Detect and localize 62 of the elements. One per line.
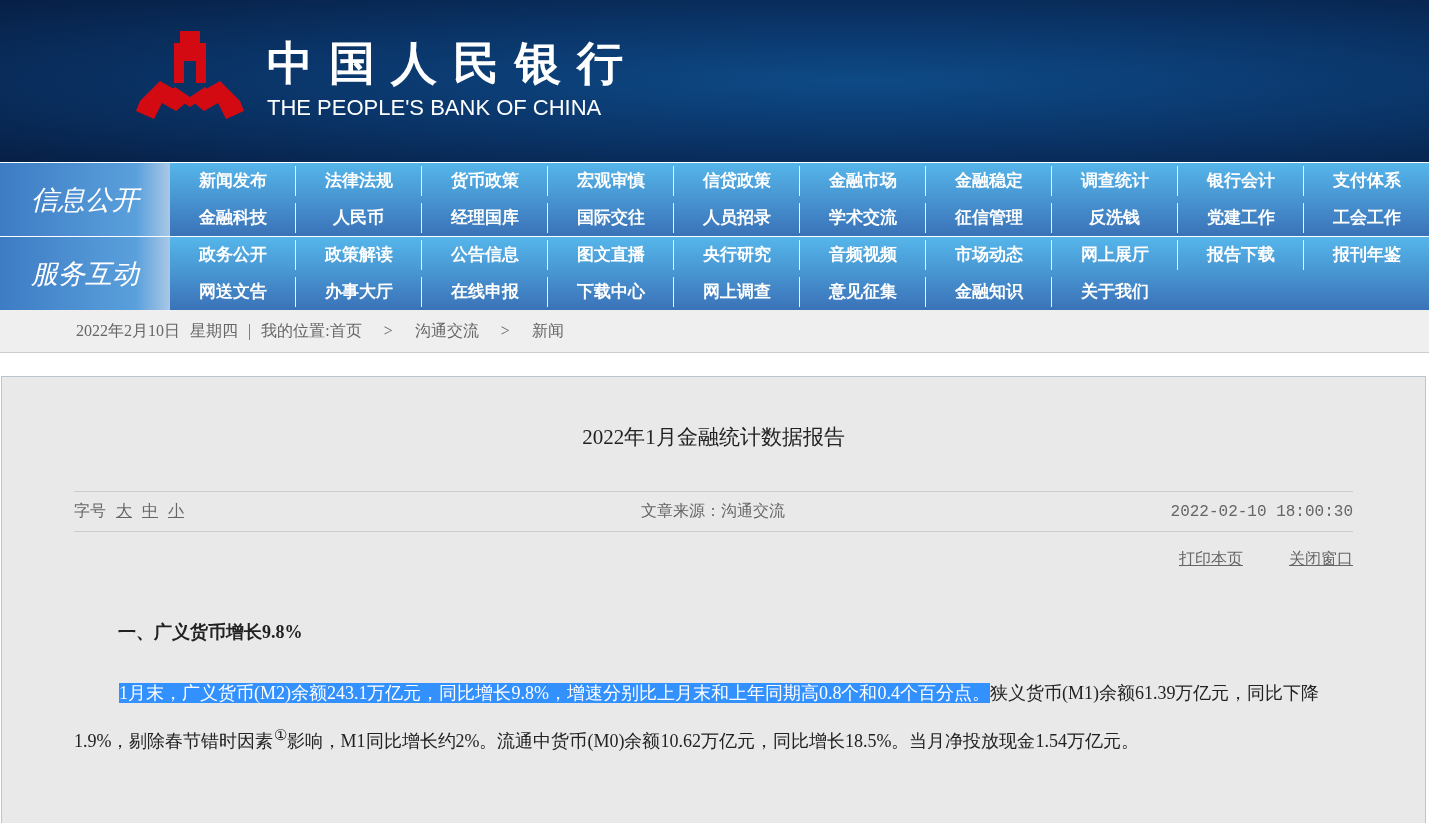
nav-link[interactable]: 办事大厅 xyxy=(295,276,421,307)
article-source: 文章来源：沟通交流 xyxy=(640,501,787,521)
font-size-link[interactable]: 大 xyxy=(116,501,132,522)
nav-link[interactable]: 信贷政策 xyxy=(673,166,799,197)
nav-link[interactable]: 货币政策 xyxy=(421,166,547,197)
nav-link[interactable]: 法律法规 xyxy=(295,166,421,197)
nav-section-title: 服务互动 xyxy=(0,237,170,310)
nav-link[interactable]: 调查统计 xyxy=(1051,166,1177,197)
nav-link[interactable]: 网上调查 xyxy=(673,276,799,307)
breadcrumb-link[interactable]: 首页 xyxy=(329,320,362,342)
nav-link[interactable]: 支付体系 xyxy=(1303,166,1429,197)
nav-link[interactable]: 在线申报 xyxy=(421,276,547,307)
nav-link[interactable]: 政策解读 xyxy=(295,240,421,271)
font-size-link[interactable]: 小 xyxy=(168,501,184,522)
font-size-label: 字号 xyxy=(74,501,106,521)
nav-link[interactable]: 报刊年鉴 xyxy=(1303,240,1429,271)
nav-link[interactable]: 宏观审慎 xyxy=(547,166,673,197)
nav-link[interactable]: 党建工作 xyxy=(1177,202,1303,233)
nav-link[interactable]: 下载中心 xyxy=(547,276,673,307)
separator-text: | xyxy=(248,322,252,340)
nav-link[interactable]: 政务公开 xyxy=(170,240,295,271)
nav-link[interactable]: 公告信息 xyxy=(421,240,547,271)
nav-link[interactable]: 图文直播 xyxy=(547,240,673,271)
nav-link[interactable]: 银行会计 xyxy=(1177,166,1303,197)
date-text: 2022年2月10日 xyxy=(76,320,180,341)
logo-title: 中国人民银行 xyxy=(267,41,639,87)
breadcrumb-arrow: > xyxy=(500,322,510,340)
nav-link[interactable]: 意见征集 xyxy=(799,276,925,307)
nav-link[interactable]: 国际交往 xyxy=(547,202,673,233)
article-title: 2022年1月金融统计数据报告 xyxy=(581,424,846,451)
nav-link[interactable]: 经理国库 xyxy=(421,202,547,233)
weekday-text: 星期四 xyxy=(190,320,238,341)
body-paragraph: 1月末，广义货币(M2)余额243.1万亿元，同比增长9.8%，增速分别比上月末和上年同期高0.8个和0.4个百分点。狭义货币(M1)余额61.39万亿元，同比下降1.9%，剔除春节错时因素$^{①}$影响，M1同比增长约2%。流通中货币(M0)余额10.62万亿元，同比增长18.5%。当月净投放现金1.54万亿元。 xyxy=(74,682,1321,753)
logo-subtitle: THE PEOPLE'S BANK OF CHINA xyxy=(267,95,603,121)
nav-link[interactable]: 工会工作 xyxy=(1303,202,1429,233)
section-heading: 一、广义货币增长9.8% xyxy=(118,621,304,644)
nav-link[interactable]: 反洗钱 xyxy=(1051,202,1177,233)
nav-link[interactable]: 学术交流 xyxy=(799,202,925,233)
nav-link[interactable]: 征信管理 xyxy=(925,202,1051,233)
nav-link[interactable]: 音频视频 xyxy=(799,240,925,271)
nav-link[interactable]: 报告下载 xyxy=(1177,240,1303,271)
nav-link[interactable]: 网送文告 xyxy=(170,276,295,307)
breadcrumb-link[interactable]: 沟通交流 xyxy=(414,320,479,342)
publish-datetime: 2022-02-10 18:00:30 xyxy=(1169,502,1353,521)
breadcrumb-link[interactable]: 新闻 xyxy=(531,320,564,342)
location-label: 我的位置: xyxy=(261,320,330,341)
nav-section-title: 信息公开 xyxy=(0,163,170,236)
font-size-link[interactable]: 中 xyxy=(142,501,158,522)
nav-link[interactable]: 关于我们 xyxy=(1051,276,1177,307)
nav-link[interactable]: 人民币 xyxy=(295,202,421,233)
nav-link[interactable]: 市场动态 xyxy=(925,240,1051,271)
nav-link[interactable]: 金融知识 xyxy=(925,276,1051,307)
nav-link[interactable]: 网上展厅 xyxy=(1051,240,1177,271)
action-link[interactable]: 关闭窗口 xyxy=(1289,549,1353,570)
nav-link[interactable]: 金融稳定 xyxy=(925,166,1051,197)
nav-link[interactable]: 人员招录 xyxy=(673,202,799,233)
breadcrumb-arrow: > xyxy=(383,322,393,340)
nav-link[interactable]: 新闻发布 xyxy=(170,166,295,197)
nav-link[interactable]: 金融科技 xyxy=(170,202,295,233)
action-link[interactable]: 打印本页 xyxy=(1179,549,1243,570)
nav-link[interactable]: 金融市场 xyxy=(799,166,925,197)
nav-link[interactable]: 央行研究 xyxy=(673,240,799,271)
